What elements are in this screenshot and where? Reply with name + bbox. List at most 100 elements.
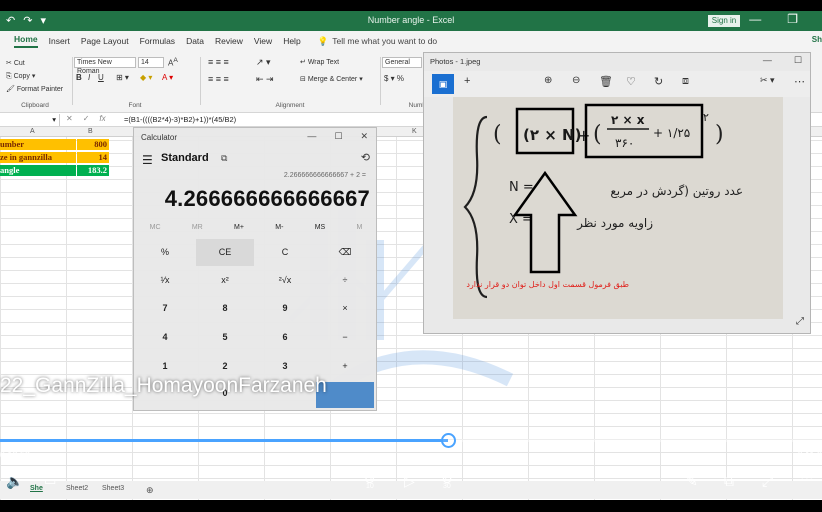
tab-data[interactable]: Data (186, 36, 204, 46)
history-icon[interactable]: ⟲ (361, 151, 370, 164)
indent-icons[interactable]: ⇤ ⇥ (256, 74, 274, 85)
tab-formulas[interactable]: Formulas (140, 36, 175, 46)
digit-6-button[interactable]: 6 (256, 324, 314, 351)
edit-icon[interactable]: ✂ ▾ (760, 75, 775, 86)
play-button[interactable]: ▷ (404, 473, 415, 490)
maximize-icon[interactable]: ☐ (334, 131, 342, 142)
minimize-icon[interactable]: — (307, 131, 316, 142)
column-header[interactable]: B (88, 128, 93, 135)
wrap-text-button[interactable]: ↵ Wrap Text (300, 58, 339, 66)
copy-button[interactable]: ⎘ Copy ▾ (6, 72, 35, 81)
fraction-denominator: ۳۶۰ (615, 136, 634, 150)
formula-input[interactable]: =(B1-((((B2*4)-3)*B2)+1))*(45/B2) (124, 115, 236, 124)
hamburger-menu-icon[interactable]: ☰ (142, 153, 153, 167)
clear-entry-button[interactable]: CE (196, 239, 254, 266)
zoom-out-icon[interactable]: ⊖ (572, 75, 580, 86)
font-color-icon[interactable]: A ▾ (162, 73, 173, 82)
number-format-select[interactable]: General (382, 57, 422, 68)
maximize-icon[interactable]: ❐ (787, 12, 798, 26)
progress-thumb[interactable] (441, 433, 456, 448)
memory-subtract-button[interactable]: M- (275, 224, 283, 238)
font-size-select[interactable]: 14 (138, 57, 164, 68)
align-top-icons[interactable]: ≡ ≡ ≡ (208, 57, 229, 67)
borders-icon[interactable]: ⊞ ▾ (116, 73, 129, 82)
crop-icon[interactable]: ⧈ (682, 75, 689, 88)
align-horizontal-icons[interactable]: ≡ ≡ ≡ (208, 74, 229, 84)
add-icon[interactable]: + (464, 75, 470, 87)
digit-4-button[interactable]: 4 (136, 324, 194, 351)
bold-button[interactable]: B (76, 73, 82, 82)
sign-in-button[interactable]: Sign in (708, 15, 740, 27)
fullscreen-icon[interactable]: ⤢ (796, 316, 804, 327)
cancel-icon[interactable]: ✕ (66, 114, 73, 123)
multiply-button[interactable]: × (316, 295, 374, 322)
memory-add-button[interactable]: M+ (234, 224, 244, 238)
memory-recall-button[interactable]: MR (192, 224, 203, 238)
tab-insert[interactable]: Insert (49, 36, 70, 46)
function-icon[interactable]: fx (99, 114, 105, 123)
maximize-icon[interactable]: ☐ (794, 55, 802, 66)
cell-a1[interactable]: umber (0, 139, 76, 150)
column-header[interactable]: A (30, 128, 35, 135)
fill-color-icon[interactable]: ◆ ▾ (140, 73, 152, 82)
tab-help[interactable]: Help (283, 36, 300, 46)
tab-review[interactable]: Review (215, 36, 243, 46)
miniplayer-icon[interactable]: ⧉ (724, 473, 734, 490)
divide-button[interactable]: ÷ (316, 267, 374, 294)
cut-button[interactable]: ✂ Cut (6, 59, 25, 67)
rotate-icon[interactable]: ↻ (654, 75, 663, 88)
clear-button[interactable]: C (256, 239, 314, 266)
cell-a3[interactable]: angle (0, 165, 76, 176)
square-button[interactable]: x² (196, 267, 254, 294)
currency-icon[interactable]: $ ▾ % (384, 74, 404, 83)
square-root-button[interactable]: ²√x (256, 267, 314, 294)
enter-icon[interactable]: ✓ (83, 114, 90, 123)
enhance-icon[interactable]: ▣ (432, 74, 454, 94)
captions-icon[interactable]: ▭ (44, 473, 56, 489)
digit-8-button[interactable]: 8 (196, 295, 254, 322)
fullscreen-expand-icon[interactable]: ⤢ (762, 473, 773, 490)
name-box[interactable]: ▾ (0, 114, 60, 126)
reciprocal-button[interactable]: ¹⁄x (136, 267, 194, 294)
minimize-icon[interactable]: — (749, 12, 761, 26)
subtract-button[interactable]: − (316, 324, 374, 351)
cell-b2[interactable]: 14 (77, 152, 109, 163)
more-icon[interactable]: ⋯ (794, 75, 805, 88)
column-header[interactable]: K (412, 128, 417, 135)
memory-store-button[interactable]: MS (315, 224, 326, 238)
underline-button[interactable]: U (98, 73, 104, 82)
digit-5-button[interactable]: 5 (196, 324, 254, 351)
memory-clear-button[interactable]: MC (150, 224, 161, 238)
font-group: Times New Roman 14 AA B I U ⊞ ▾ ◆ ▾ A ▾ … (74, 55, 196, 111)
close-icon[interactable]: ✕ (360, 131, 368, 142)
tab-view[interactable]: View (254, 36, 272, 46)
delete-icon[interactable]: 🗑 (599, 75, 613, 88)
font-name-select[interactable]: Times New Roman (74, 57, 136, 75)
digit-7-button[interactable]: 7 (136, 295, 194, 322)
pen-icon[interactable]: ✎ (686, 473, 698, 490)
digit-9-button[interactable]: 9 (256, 295, 314, 322)
orientation-icon[interactable]: ↗ ▾ (256, 57, 271, 68)
cell-b1[interactable]: 800 (77, 139, 109, 150)
cell-a2[interactable]: ze in gannzilla (0, 152, 76, 163)
more-options-icon[interactable]: ⋯ (800, 471, 814, 488)
grow-font-icon[interactable]: AA (168, 57, 178, 68)
tell-me-box[interactable]: 💡 Tell me what you want to do (318, 36, 437, 47)
volume-icon[interactable]: 🔈 (6, 473, 23, 490)
forward-button[interactable]: ↻ 30 (441, 471, 453, 490)
keep-on-top-icon[interactable]: ⧉ (221, 153, 227, 164)
format-painter-button[interactable]: 🖌 Format Painter (6, 85, 63, 93)
favorite-icon[interactable]: ♡ (626, 75, 636, 88)
minimize-icon[interactable]: — (763, 55, 772, 66)
backspace-button[interactable]: ⌫ (316, 239, 374, 266)
merge-center-button[interactable]: ⊟ Merge & Center ▾ (300, 75, 363, 83)
memory-list-button[interactable]: M (357, 224, 363, 238)
italic-button[interactable]: I (88, 73, 90, 82)
rewind-button[interactable]: ↺ 10 (364, 471, 376, 490)
zoom-in-icon[interactable]: ⊕ (544, 75, 552, 86)
tab-page-layout[interactable]: Page Layout (81, 36, 129, 46)
cell-b3[interactable]: 183.2 (77, 165, 109, 176)
tab-home[interactable]: Home (14, 34, 38, 48)
percent-button[interactable]: % (136, 239, 194, 266)
share-button[interactable]: Sh (812, 35, 822, 44)
